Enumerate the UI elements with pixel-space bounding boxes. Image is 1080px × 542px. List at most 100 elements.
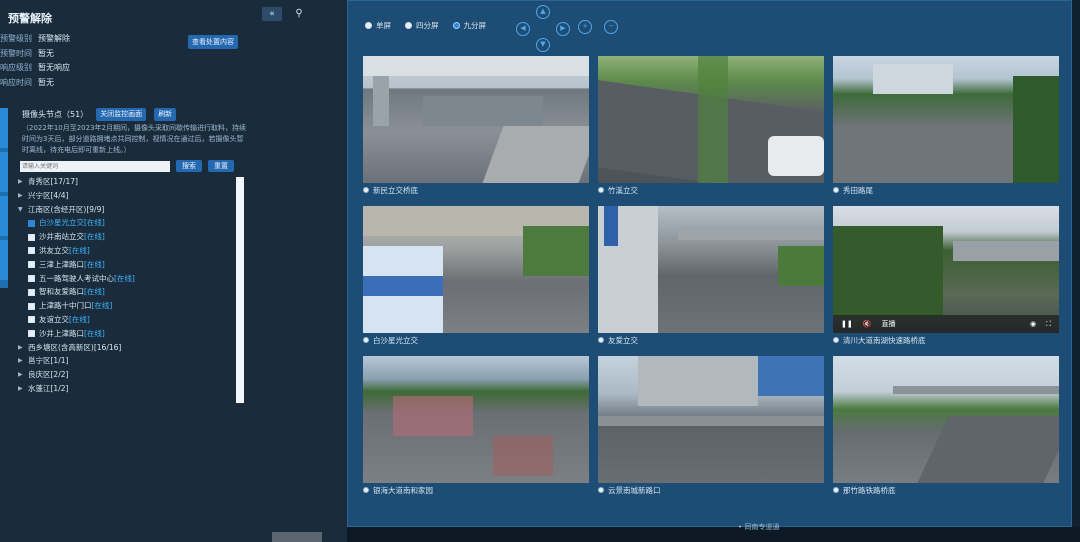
tree-item[interactable]: 智和友爱路口 [在线]	[18, 285, 234, 299]
tree-group-label: 兴宁区[4/4]	[28, 190, 69, 200]
video-feed[interactable]: ❚❚ 🔇 直播 ◉ ⛶	[833, 206, 1059, 333]
camera-tile[interactable]: 云景南城新路口	[598, 356, 824, 496]
tree-item[interactable]: 沙井南站立交 [在线]	[18, 230, 234, 244]
tree-item[interactable]: 白沙星光立交 [在线]	[18, 216, 234, 230]
camera-tile[interactable]: 新民立交桥底	[363, 56, 589, 196]
camera-tile[interactable]: 银海大道南和家园	[363, 356, 589, 496]
scrollbar-thumb[interactable]	[236, 177, 244, 403]
camera-tile[interactable]: 友爱立交	[598, 206, 824, 346]
info-value: 暂无响应	[38, 63, 70, 72]
video-feed[interactable]	[363, 56, 589, 183]
ptz-up-icon[interactable]: ▲	[536, 5, 550, 19]
mode-quad[interactable]: 四分屏	[405, 20, 439, 31]
chevron-right-icon[interactable]: ▶	[18, 175, 28, 189]
info-value: 暂无	[38, 77, 54, 87]
tree-group[interactable]: ▼ 江南区(含经开区)[9/9]	[18, 203, 234, 217]
search-input[interactable]	[20, 160, 170, 172]
checkbox[interactable]	[28, 316, 35, 324]
tree-group-label: 江南区(含经开区)[9/9]	[28, 204, 105, 214]
ptz-control: ▲ ◀ ▶ ▼	[512, 3, 576, 53]
tree-group[interactable]: ▶ 良庆区[2/2]	[18, 368, 234, 382]
checkbox[interactable]	[28, 219, 35, 227]
tree-scrollbar[interactable]	[236, 177, 244, 403]
pause-icon[interactable]: ❚❚	[841, 320, 853, 328]
close-monitor-button[interactable]: 关闭监控画面	[96, 108, 147, 121]
status-dot	[598, 337, 604, 343]
view-disposal-button[interactable]: 查看处置内容	[188, 35, 238, 49]
ptz-down-icon[interactable]: ▼	[536, 38, 550, 52]
chevron-right-icon[interactable]: ▶	[18, 354, 28, 368]
checkbox[interactable]	[28, 261, 35, 269]
video-feed[interactable]	[598, 56, 824, 183]
video-grid: 新民立交桥底 竹溪立交 秀田路尾 白沙星光立交 友爱立交 ❚❚ 🔇 直播 ◉ ⛶…	[363, 56, 1059, 496]
camera-tree: ▶ 青秀区[17/17] ▶ 兴宁区[4/4] ▼ 江南区(含经开区)[9/9] 白沙…	[18, 175, 234, 396]
radio[interactable]	[365, 22, 372, 29]
video-feed[interactable]	[363, 356, 589, 483]
info-key: 预警级别	[0, 34, 32, 43]
live-label: 直播	[881, 320, 896, 328]
checkbox[interactable]	[28, 274, 35, 282]
mode-nine[interactable]: 九分屏	[452, 20, 486, 31]
side-tab-4[interactable]	[0, 240, 8, 280]
record-icon[interactable]: ◉	[1030, 320, 1036, 328]
status-dot	[598, 187, 604, 193]
camera-tile[interactable]: 竹溪立交	[598, 56, 824, 196]
mode-single[interactable]: 单屏	[365, 20, 391, 31]
tree-item[interactable]: 上津路十中门口 [在线]	[18, 299, 234, 313]
camera-tile[interactable]: 那竹路铁路桥底	[833, 356, 1059, 496]
video-feed[interactable]	[833, 356, 1059, 483]
tree-group[interactable]: ▶ 兴宁区[4/4]	[18, 189, 234, 203]
camera-tile[interactable]: ❚❚ 🔇 直播 ◉ ⛶ 清川大道南湖快速路桥底	[833, 206, 1059, 346]
tree-group[interactable]: ▶ 水蓬江[1/2]	[18, 382, 234, 396]
chevron-down-icon[interactable]: ▼	[18, 203, 28, 217]
chevron-right-icon[interactable]: ▶	[18, 382, 28, 396]
online-status: [在线]	[84, 259, 105, 269]
mute-icon[interactable]: 🔇	[863, 320, 872, 328]
search-button[interactable]: 搜索	[176, 160, 202, 172]
tree-group[interactable]: ▶ 青秀区[17/17]	[18, 175, 234, 189]
tree-item-label: 友谊立交	[39, 314, 69, 324]
online-status: [在线]	[114, 273, 135, 283]
reset-button[interactable]: 重置	[208, 160, 234, 172]
chevron-right-icon[interactable]: ▶	[18, 189, 28, 203]
bottom-bar	[347, 527, 1080, 542]
radio[interactable]	[452, 22, 460, 29]
tree-group-label: 良庆区[2/2]	[28, 370, 69, 380]
video-feed[interactable]	[363, 206, 589, 333]
chevron-right-icon[interactable]: ▶	[18, 341, 28, 355]
checkbox[interactable]	[28, 233, 35, 241]
side-tab-strip[interactable]	[0, 108, 8, 288]
ptz-left-icon[interactable]: ◀	[516, 22, 530, 36]
side-tab-1[interactable]	[0, 108, 8, 148]
mode-label: 四分屏	[416, 21, 439, 30]
tree-item[interactable]: 洪友立交 [在线]	[18, 244, 234, 258]
side-tab-2[interactable]	[0, 152, 8, 192]
zoom-out-icon[interactable]: −	[604, 20, 618, 34]
zoom-in-icon[interactable]: +	[578, 20, 592, 34]
camera-tile[interactable]: 白沙星光立交	[363, 206, 589, 346]
double-chevron-left-icon[interactable]: «	[262, 7, 282, 21]
tree-item[interactable]: 三津上津路口 [在线]	[18, 258, 234, 272]
camera-tile[interactable]: 秀田路尾	[833, 56, 1059, 196]
video-feed[interactable]	[833, 56, 1059, 183]
radio[interactable]	[405, 22, 412, 29]
video-feed[interactable]	[598, 356, 824, 483]
ptz-right-icon[interactable]: ▶	[556, 22, 570, 36]
checkbox[interactable]	[28, 302, 35, 310]
tree-item[interactable]: 五一路驾驶人考试中心 [在线]	[18, 272, 234, 286]
side-tab-3[interactable]	[0, 196, 8, 236]
tree-item[interactable]: 沙井上津路口 [在线]	[18, 327, 234, 341]
online-status: [在线]	[84, 328, 105, 338]
checkbox[interactable]	[28, 288, 35, 296]
video-feed[interactable]	[598, 206, 824, 333]
checkbox[interactable]	[28, 330, 35, 338]
status-dot	[833, 487, 839, 493]
chevron-right-icon[interactable]: ▶	[18, 368, 28, 382]
checkbox[interactable]	[28, 247, 35, 255]
refresh-button[interactable]: 刷新	[154, 108, 177, 121]
tree-item[interactable]: 友谊立交 [在线]	[18, 313, 234, 327]
search-icon[interactable]: ⚲	[292, 7, 306, 21]
tree-group[interactable]: ▶ 邕宁区[1/1]	[18, 354, 234, 368]
tree-group[interactable]: ▶ 西乡塘区(含高新区)[16/16]	[18, 341, 234, 355]
fullscreen-icon[interactable]: ⛶	[1046, 320, 1051, 329]
